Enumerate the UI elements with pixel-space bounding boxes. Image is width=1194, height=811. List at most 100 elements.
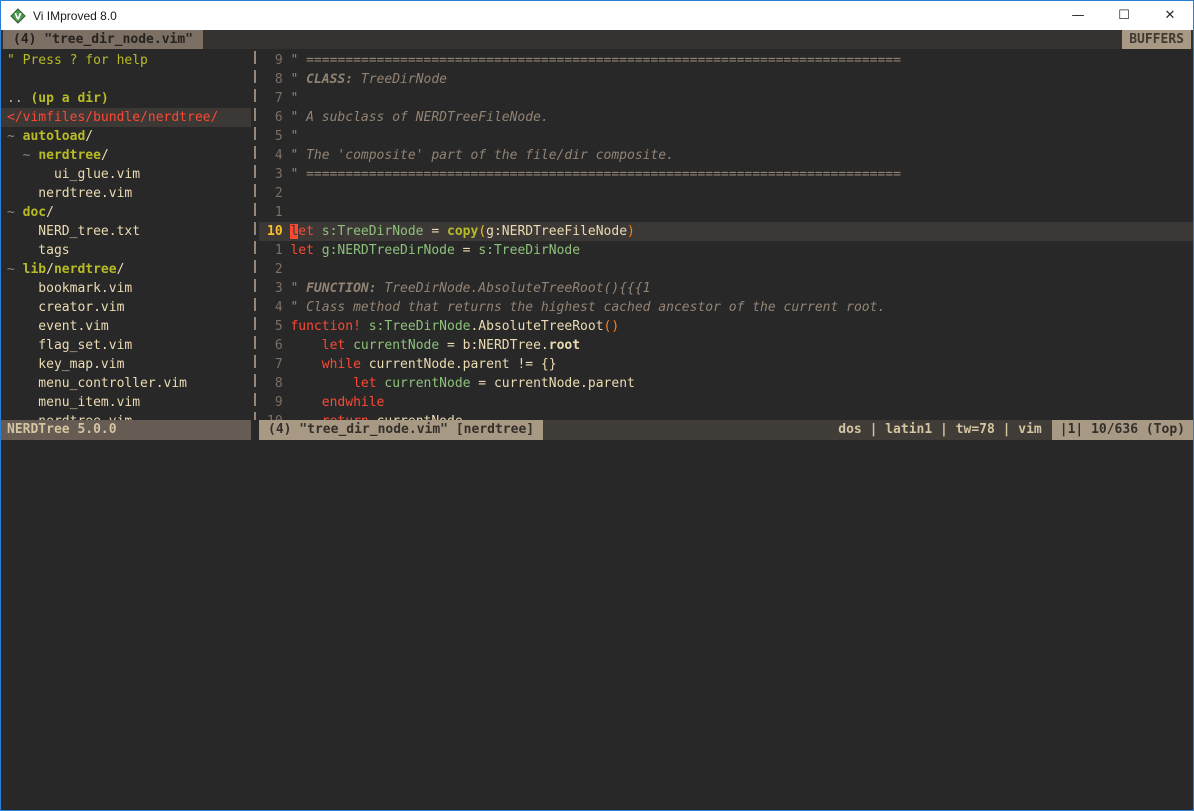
text-segment: ~ xyxy=(7,129,23,144)
tree-item[interactable]: bookmark.vim xyxy=(1,279,251,298)
tree-item[interactable]: key_map.vim xyxy=(1,355,251,374)
window-separator[interactable] xyxy=(251,49,259,420)
text-segment: TreeDirNode xyxy=(353,72,447,87)
editor-window: 9 " =====================================… xyxy=(259,49,1193,420)
code-line[interactable]: 8" CLASS: TreeDirNode xyxy=(259,70,1193,89)
tree-item[interactable]: NERD_tree.txt xyxy=(1,222,251,241)
text-segment xyxy=(345,338,353,353)
line-number: 4 xyxy=(267,298,283,317)
code-line[interactable]: 3 " =====================================… xyxy=(259,165,1193,184)
code-line[interactable]: 7 while currentNode.parent != {} xyxy=(259,355,1193,374)
code-line[interactable]: 6 " A subclass of NERDTreeFileNode. xyxy=(259,108,1193,127)
code-line[interactable]: 10let s:TreeDirNode = copy(g:NERDTreeFil… xyxy=(259,222,1193,241)
tree-item[interactable]: flag_set.vim xyxy=(1,336,251,355)
text-segment: creator.vim xyxy=(7,300,124,315)
statusline-fileinfo: dos | latin1 | tw=78 | vim xyxy=(543,420,1052,440)
tree-item[interactable]: .. (up a dir) xyxy=(1,89,251,108)
code-line[interactable]: 4" Class method that returns the highest… xyxy=(259,298,1193,317)
tree-item[interactable]: ~ autoload/ xyxy=(1,127,251,146)
code-line[interactable]: 10 return currentNode xyxy=(259,412,1193,420)
line-number: 3 xyxy=(267,165,283,184)
text-segment xyxy=(314,224,322,239)
code-line[interactable]: 9 endwhile xyxy=(259,393,1193,412)
line-number: 7 xyxy=(267,355,283,374)
code-line[interactable]: 7" xyxy=(259,89,1193,108)
text-segment: bookmark.vim xyxy=(7,281,132,296)
text-segment: autoload xyxy=(23,129,86,144)
tree-item[interactable]: menu_item.vim xyxy=(1,393,251,412)
tree-item[interactable]: ui_glue.vim xyxy=(1,165,251,184)
tree-item[interactable]: ~ lib/nerdtree/ xyxy=(1,260,251,279)
code-line[interactable]: 5" xyxy=(259,127,1193,146)
tree-item[interactable]: tags xyxy=(1,241,251,260)
statusline-gap xyxy=(251,420,259,440)
code-line[interactable]: 9" =====================================… xyxy=(259,51,1193,70)
text-segment: </vimfiles/bundle/nerdtree/ xyxy=(7,110,218,125)
text-segment: " Press ? for help xyxy=(7,53,148,68)
code-line[interactable]: 4" The 'composite' part of the file/dir … xyxy=(259,146,1193,165)
current-line-number: 10 xyxy=(267,222,283,241)
text-segment: while xyxy=(322,357,361,372)
text-segment: " The 'composite' part of the file/dir c… xyxy=(290,148,674,163)
tree-item[interactable] xyxy=(1,70,251,89)
minimize-button[interactable]: — xyxy=(1055,1,1101,30)
text-segment: let xyxy=(322,338,345,353)
tree-item[interactable]: ~ doc/ xyxy=(1,203,251,222)
code-line[interactable]: 8 let currentNode = currentNode.parent xyxy=(259,374,1193,393)
text-segment: s:TreeDirNode xyxy=(369,319,471,334)
text-segment: / xyxy=(46,205,54,220)
close-button[interactable]: ✕ xyxy=(1147,1,1193,30)
text-segment: " ======================================… xyxy=(290,167,900,182)
text-segment: = xyxy=(424,224,447,239)
line-number: 1 xyxy=(267,241,283,260)
buffers-label[interactable]: BUFFERS xyxy=(1122,30,1191,49)
tree-item[interactable]: nerdtree.vim xyxy=(1,184,251,203)
text-segment: menu_item.vim xyxy=(7,395,140,410)
code-line[interactable]: 6 let currentNode = b:NERDTree.root xyxy=(259,336,1193,355)
code-line[interactable]: 3" FUNCTION: TreeDirNode.AbsoluteTreeRoo… xyxy=(259,279,1193,298)
tree-item[interactable]: ~ nerdtree/ xyxy=(1,146,251,165)
text-segment: nerdtree.vim xyxy=(7,186,132,201)
line-number: 10 xyxy=(267,412,283,420)
line-number: 6 xyxy=(267,336,283,355)
text-segment: event.vim xyxy=(7,319,109,334)
text-segment: currentNode xyxy=(353,338,439,353)
maximize-button[interactable]: ☐ xyxy=(1101,1,1147,30)
line-number: 2 xyxy=(267,260,283,279)
code-line[interactable]: 2 xyxy=(259,260,1193,279)
text-segment: " xyxy=(290,281,306,296)
tabline: (4) "tree_dir_node.vim" BUFFERS xyxy=(1,30,1193,49)
text-segment: nerdtree xyxy=(54,262,117,277)
text-segment xyxy=(290,376,353,391)
text-segment: ~ xyxy=(7,262,23,277)
code-line[interactable]: 1 xyxy=(259,203,1193,222)
main-area: " Press ? for help .. (up a dir) </vimfile… xyxy=(1,49,1193,420)
line-number: 7 xyxy=(267,89,283,108)
code-line[interactable]: 2 xyxy=(259,184,1193,203)
code-line[interactable]: 5function! s:TreeDirNode.AbsoluteTreeRoo… xyxy=(259,317,1193,336)
tree-item[interactable]: </vimfiles/bundle/nerdtree/ xyxy=(1,108,251,127)
tree-item[interactable]: nerdtree.vim xyxy=(1,412,251,420)
text-segment: " A subclass of NERDTreeFileNode. xyxy=(290,110,548,125)
svg-text:V: V xyxy=(15,12,22,22)
nerdtree-window: " Press ? for help .. (up a dir) </vimfile… xyxy=(1,49,251,420)
tree-item[interactable]: menu_controller.vim xyxy=(1,374,251,393)
tab-tree-dir-node[interactable]: (4) "tree_dir_node.vim" xyxy=(3,30,203,49)
text-segment: et xyxy=(298,224,314,239)
tree-item[interactable]: " Press ? for help xyxy=(1,51,251,70)
text-segment: tags xyxy=(7,243,70,258)
tree-item[interactable]: creator.vim xyxy=(1,298,251,317)
text-segment: .AbsoluteTreeRoot xyxy=(470,319,603,334)
tree-item[interactable]: event.vim xyxy=(1,317,251,336)
text-segment xyxy=(290,357,321,372)
nerdtree-statusline: NERDTree 5.0.0 xyxy=(1,420,251,440)
text-segment: ( xyxy=(478,224,486,239)
text-segment: " xyxy=(290,72,306,87)
line-number: 6 xyxy=(267,108,283,127)
command-line[interactable] xyxy=(1,440,1193,811)
code-line[interactable]: 1let g:NERDTreeDirNode = s:TreeDirNode xyxy=(259,241,1193,260)
line-number: 9 xyxy=(267,51,283,70)
tabline-fill xyxy=(203,30,1122,49)
text-segment: / xyxy=(46,262,54,277)
text-segment: = xyxy=(455,243,478,258)
